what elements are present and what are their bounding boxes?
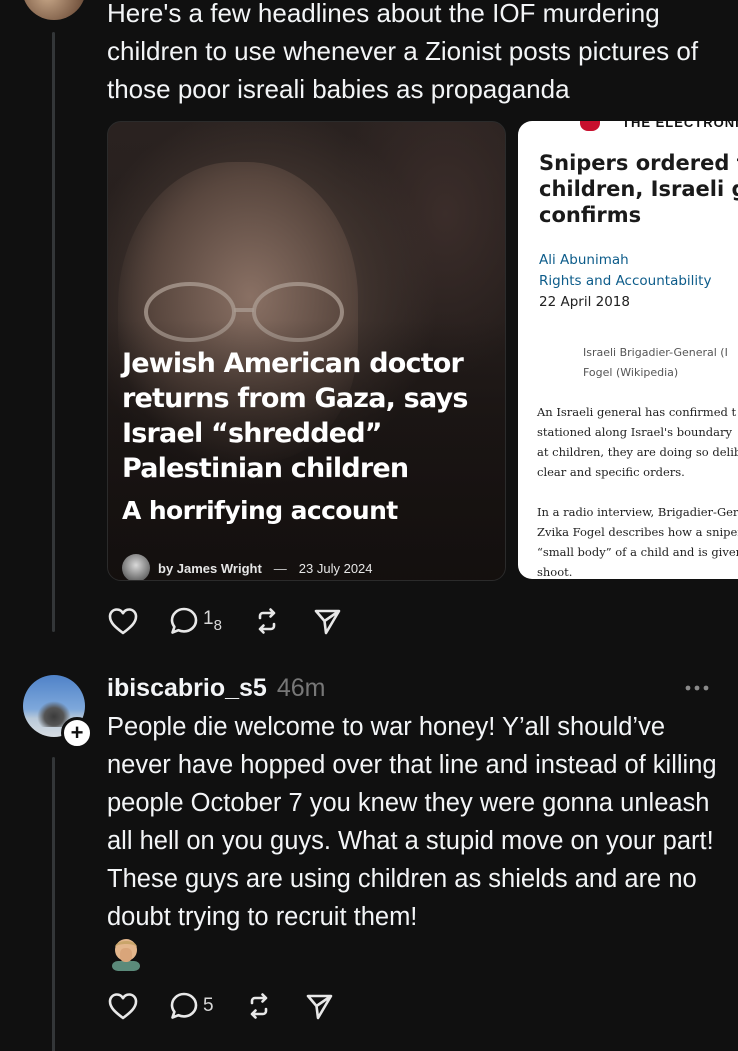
media-card-article-2[interactable]: THE ELECTRONIC Snipers ordered t childre… [518,121,738,579]
post-actions: 18 [107,605,372,637]
like-button[interactable] [107,991,139,1021]
article-meta: Ali Abunimah Rights and Accountability 2… [539,250,711,313]
share-icon [314,609,341,635]
card-headline: Jewish American doctor returns from Gaza… [122,348,468,484]
card-byline: by James Wright — 23 July 2024 [122,554,373,580]
repost-button[interactable] [244,991,274,1021]
follow-plus-icon[interactable]: + [61,717,93,749]
reply-text: People die welcome to war honey! Y’all s… [107,713,717,931]
comment-icon [170,607,198,634]
username[interactable]: ibiscabrio_s5 [107,674,267,703]
repost-button[interactable] [252,606,282,636]
article-paragraph: In a radio interview, Brigadier-Ger Zvik… [537,505,738,579]
threads-feed: Here's a few headlines about the IOF mur… [0,0,738,1051]
timestamp: 46m [276,674,326,702]
reply-actions: 5 [107,990,364,1022]
byline-separator: — [273,560,287,576]
repost-icon [258,608,276,634]
reply-button[interactable]: 5 [169,991,214,1021]
thread-line [52,757,55,1051]
card-date: 23 July 2024 [298,560,373,576]
comment-icon [170,992,198,1019]
article-author: Ali Abunimah [539,252,629,268]
avatar[interactable] [22,0,86,20]
publication-logo-icon [580,121,600,131]
man-facepalming-emoji [112,939,140,971]
image-caption: Israeli Brigadier-General (I Fogel (Wiki… [583,346,728,379]
share-button[interactable] [304,991,334,1021]
article-date: 22 April 2018 [539,294,630,310]
card-author: by James Wright [158,560,262,576]
heart-icon [108,993,138,1020]
article-paragraph: An Israeli general has confirmed t stati… [537,405,738,479]
media-card-article-1[interactable]: Jewish American doctor returns from Gaza… [107,121,506,581]
reply-count: 18 [203,608,222,634]
reply-header: ibiscabrio_s5 46m [107,674,325,703]
more-icon[interactable] [684,684,710,692]
heart-icon [108,608,138,635]
card-subhead: A horrifying account [122,496,398,525]
like-button[interactable] [107,606,139,636]
share-icon [306,994,332,1020]
article-section: Rights and Accountability [539,273,712,289]
reply-button[interactable]: 18 [169,606,222,636]
reply-count: 5 [203,995,214,1016]
publication-masthead: THE ELECTRONIC [622,121,738,130]
article-title: Snipers ordered t children, Israeli g co… [539,151,738,227]
share-button[interactable] [312,606,342,636]
thread-line [52,32,55,632]
repost-icon [250,993,267,1019]
post-text: Here's a few headlines about the IOF mur… [107,0,699,104]
author-avatar [122,554,150,580]
